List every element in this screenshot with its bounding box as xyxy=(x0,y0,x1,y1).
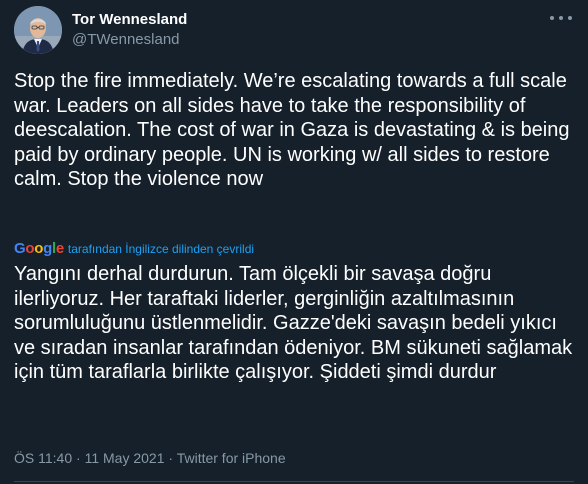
tweet-meta: ÖS 11:40 · 11 May 2021 · Twitter for iPh… xyxy=(14,449,286,467)
translated-text: Yangını derhal durdurun. Tam ölçekli bir… xyxy=(14,263,573,383)
divider xyxy=(14,481,574,482)
translation-label: tarafından İngilizce dilinden çevrildi xyxy=(67,242,255,256)
tweet-time[interactable]: ÖS 11:40 xyxy=(14,450,72,466)
author-handle[interactable]: @TWennesland xyxy=(72,30,187,50)
tweet-date[interactable]: 11 May 2021 xyxy=(85,450,165,466)
tweet-text: Stop the fire immediately. We’re escalat… xyxy=(14,70,570,190)
more-horizontal-icon[interactable] xyxy=(550,10,572,26)
tweet-card: Tor Wennesland @TWennesland Stop the fir… xyxy=(0,0,588,484)
avatar-photo xyxy=(14,6,62,54)
meta-separator: · xyxy=(164,450,177,466)
tweet-source[interactable]: Twitter for iPhone xyxy=(177,450,286,466)
meta-separator: · xyxy=(72,450,85,466)
more-dot xyxy=(568,16,572,20)
avatar[interactable] xyxy=(14,6,62,54)
author-names: Tor Wennesland @TWennesland xyxy=(72,10,187,50)
google-logo: Google xyxy=(14,240,64,257)
more-dot xyxy=(559,16,563,20)
tweet-header: Tor Wennesland @TWennesland xyxy=(14,6,187,54)
more-dot xyxy=(550,16,554,20)
author-display-name[interactable]: Tor Wennesland xyxy=(72,10,187,30)
translation-attribution[interactable]: Google tarafından İngilizce dilinden çev… xyxy=(14,241,254,257)
